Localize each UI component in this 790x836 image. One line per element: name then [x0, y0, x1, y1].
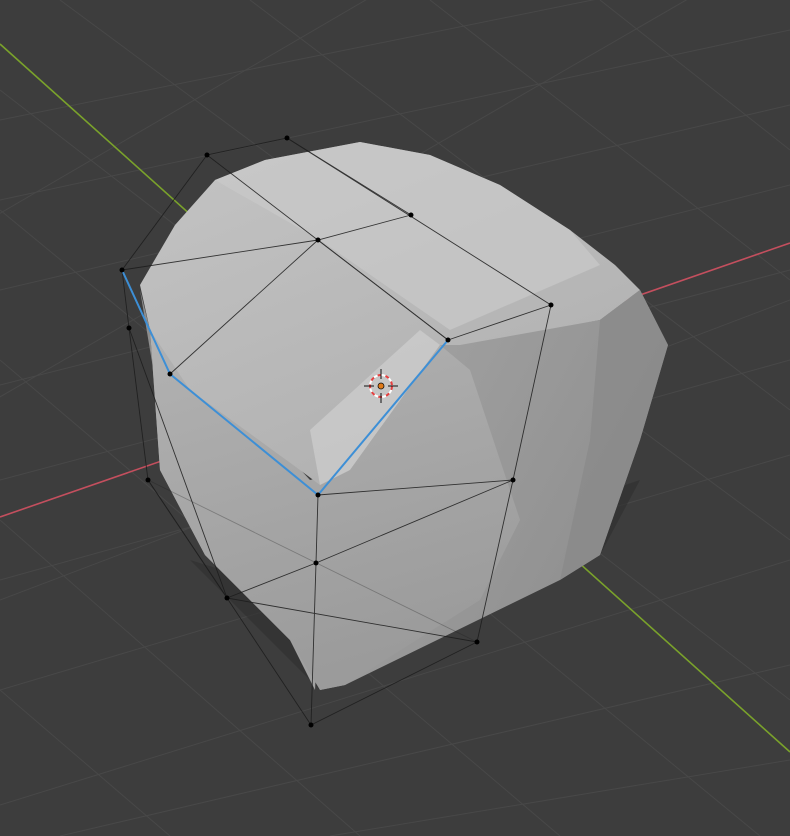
vertex[interactable]	[308, 722, 314, 728]
vertex[interactable]	[224, 595, 230, 601]
vertex[interactable]	[408, 212, 414, 218]
vertex[interactable]	[510, 477, 516, 483]
vertex[interactable]	[126, 325, 132, 331]
vertex[interactable]	[167, 371, 173, 377]
vertex[interactable]	[313, 560, 319, 566]
vertex[interactable]	[474, 639, 480, 645]
vertex[interactable]	[145, 477, 151, 483]
vertex[interactable]	[315, 492, 321, 498]
vertex[interactable]	[119, 267, 125, 273]
vertex[interactable]	[548, 302, 554, 308]
vertex[interactable]	[445, 337, 451, 343]
vertex[interactable]	[315, 237, 321, 243]
3d-viewport[interactable]	[0, 0, 790, 836]
vertex[interactable]	[284, 135, 290, 141]
vertex[interactable]	[204, 152, 210, 158]
